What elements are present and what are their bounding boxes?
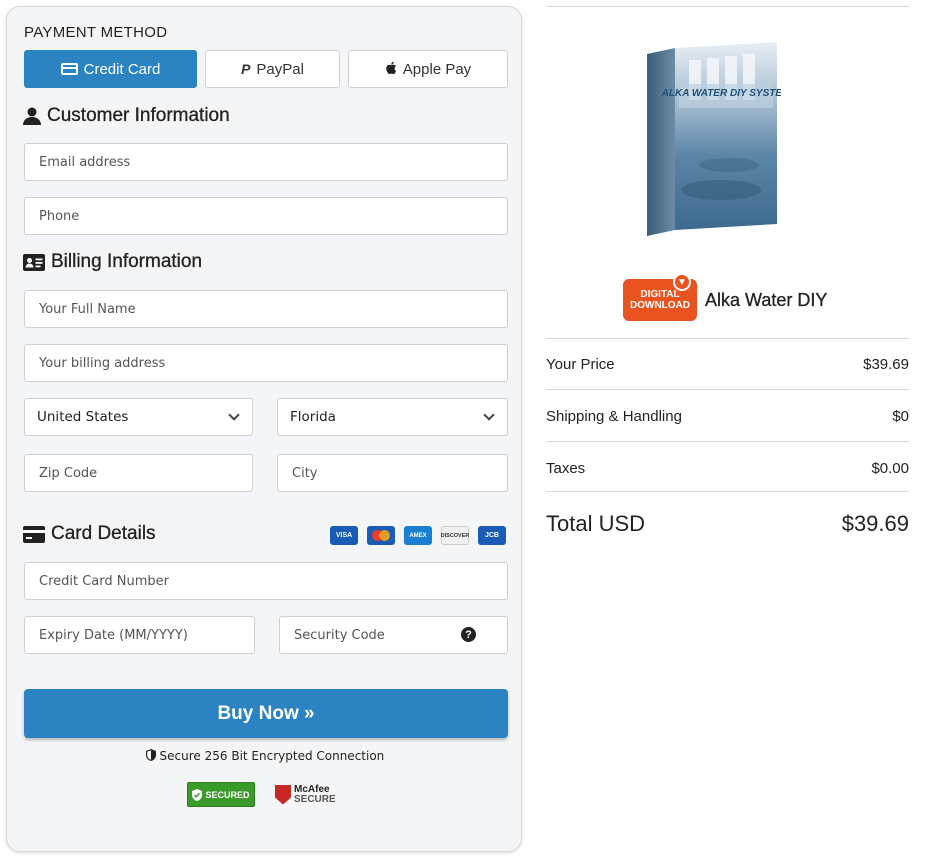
- security-code-field[interactable]: Security Code ?: [279, 616, 508, 654]
- price-value: $39.69: [863, 356, 909, 373]
- payment-method-tabs: Credit Card P PayPal Apple Pay: [24, 50, 508, 88]
- security-code-placeholder: Security Code: [294, 627, 385, 643]
- state-select[interactable]: Florida: [277, 398, 508, 436]
- credit-card-icon: [23, 525, 45, 543]
- checkout-form-panel: PAYMENT METHOD Credit Card P PayPal Appl…: [6, 6, 522, 852]
- card-details-title: Card Details: [51, 523, 156, 544]
- trust-badges: SECURED McAfee SECURE: [187, 782, 336, 807]
- discover-logo-icon: DISCOVER: [441, 526, 469, 545]
- product-title-row: ▼ DIGITAL DOWNLOAD Alka Water DIY: [623, 273, 828, 321]
- summary-divider: [546, 491, 909, 492]
- digital-download-badge: ▼ DIGITAL DOWNLOAD: [623, 273, 697, 321]
- check-shield-icon: [192, 788, 203, 801]
- summary-top-divider: [546, 6, 909, 7]
- billing-address-field[interactable]: Your billing address: [24, 344, 508, 382]
- tab-apple-pay[interactable]: Apple Pay: [348, 50, 508, 88]
- summary-row-total: Total USD $39.69: [546, 511, 909, 537]
- tab-paypal[interactable]: P PayPal: [205, 50, 340, 88]
- digital-download-line1: DIGITAL: [640, 289, 680, 300]
- zip-code-field[interactable]: Zip Code: [24, 454, 253, 492]
- mcafee-secure-badge: McAfee SECURE: [275, 783, 336, 805]
- credit-card-icon: [60, 63, 78, 75]
- expiry-date-field[interactable]: Expiry Date (MM/YYYY): [24, 616, 255, 654]
- shipping-value: $0: [892, 408, 909, 425]
- billing-info-heading: Billing Information: [23, 251, 202, 273]
- amex-logo-icon: AMEX: [404, 526, 432, 545]
- billing-info-title: Billing Information: [51, 251, 203, 272]
- mcafee-name: McAfee: [294, 783, 330, 795]
- state-select-value: Florida: [290, 409, 336, 425]
- country-select-value: United States: [37, 409, 129, 425]
- apple-icon: [385, 61, 397, 78]
- secure-connection-text: Secure 256 Bit Encrypted Connection: [159, 749, 385, 763]
- product-name: Alka Water DIY: [705, 289, 828, 310]
- country-select[interactable]: United States: [24, 398, 253, 436]
- summary-row-price: Your Price $39.69: [546, 356, 909, 373]
- summary-divider: [546, 441, 909, 442]
- customer-info-title: Customer Information: [47, 105, 230, 126]
- paypal-icon: P: [241, 61, 251, 77]
- download-arrow-icon: ▼: [673, 273, 691, 291]
- full-name-field[interactable]: Your Full Name: [24, 290, 508, 328]
- summary-divider: [546, 338, 909, 339]
- phone-field[interactable]: Phone: [24, 197, 508, 235]
- accepted-cards: VISA AMEX DISCOVER JCB: [330, 526, 506, 545]
- book-cover-title: ALKA WATER DIY SYSTEM: [661, 88, 781, 99]
- total-label: Total USD: [546, 511, 646, 536]
- tab-credit-card[interactable]: Credit Card: [24, 50, 197, 88]
- question-circle-icon[interactable]: ?: [461, 627, 476, 642]
- payment-method-title: PAYMENT METHOD: [24, 24, 168, 41]
- customer-info-heading: Customer Information: [23, 105, 230, 127]
- chevron-down-icon: [228, 409, 240, 421]
- mastercard-logo-icon: [367, 526, 395, 545]
- mcafee-secure-label: SECURE: [294, 793, 336, 805]
- id-card-icon: [23, 253, 45, 271]
- shield-icon: [145, 749, 156, 761]
- trustguard-secured-badge: SECURED: [187, 782, 255, 807]
- chevron-down-icon: [483, 409, 495, 421]
- trustguard-label: SECURED: [205, 789, 250, 800]
- visa-logo-icon: VISA: [330, 526, 358, 545]
- taxes-value: $0.00: [871, 460, 909, 477]
- buy-now-button[interactable]: Buy Now »: [24, 689, 508, 738]
- tab-paypal-label: PayPal: [256, 60, 304, 78]
- email-field[interactable]: Email address: [24, 143, 508, 181]
- summary-divider: [546, 389, 909, 390]
- jcb-logo-icon: JCB: [478, 526, 506, 545]
- summary-row-taxes: Taxes $0.00: [546, 460, 909, 477]
- shipping-label: Shipping & Handling: [546, 408, 682, 425]
- user-icon: [23, 107, 41, 125]
- city-field[interactable]: City: [277, 454, 508, 492]
- card-details-heading: Card Details: [23, 523, 156, 545]
- total-value: $39.69: [841, 511, 909, 536]
- price-label: Your Price: [546, 356, 615, 373]
- digital-download-line2: DOWNLOAD: [630, 300, 690, 311]
- secure-connection-note: Secure 256 Bit Encrypted Connection: [7, 749, 523, 763]
- summary-row-shipping: Shipping & Handling $0: [546, 408, 909, 425]
- taxes-label: Taxes: [546, 460, 586, 477]
- tab-credit-card-label: Credit Card: [83, 60, 161, 78]
- product-book-image: ALKA WATER DIY SYSTEM: [647, 42, 781, 236]
- card-number-field[interactable]: Credit Card Number: [24, 562, 508, 600]
- tab-apple-pay-label: Apple Pay: [402, 60, 472, 78]
- mcafee-shield-icon: [275, 784, 291, 805]
